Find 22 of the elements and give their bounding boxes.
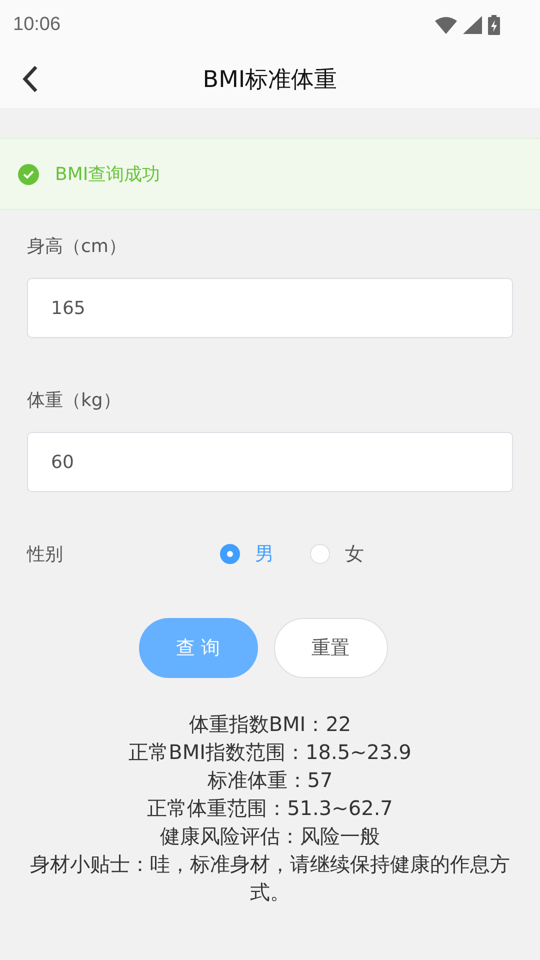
reset-button[interactable]: 重置 (274, 618, 388, 678)
field-label: 体重（kg） (27, 389, 122, 412)
alert-message: BMI查询成功 (55, 163, 160, 186)
page-title: BMI标准体重 (202, 66, 338, 94)
radio-button[interactable] (220, 544, 240, 564)
check-circle-icon (18, 164, 39, 184)
radio-label[interactable]: 女 (345, 541, 364, 567)
battery-icon (488, 15, 500, 35)
result-text: 体重指数BMI：22 (188, 711, 352, 738)
wifi-icon (435, 16, 457, 34)
input-field[interactable]: 165 (27, 278, 513, 338)
signal-icon (463, 16, 482, 34)
status-time: 10:06 (13, 14, 61, 36)
result-text: 正常体重范围：51.3~62.7 (147, 795, 393, 822)
result-text: 身材小贴士：哇，标准身材，请继续保持健康的作息方式。 (30, 851, 510, 906)
result-text: 正常BMI指数范围：18.5~23.9 (128, 739, 412, 766)
field-label: 性别 (27, 543, 64, 566)
back-icon[interactable] (22, 65, 38, 93)
result-text: 标准体重：57 (207, 767, 333, 794)
input-field[interactable]: 60 (27, 432, 513, 492)
result-text: 健康风险评估：风险一般 (160, 823, 380, 850)
field-label: 身高（cm） (27, 235, 128, 258)
